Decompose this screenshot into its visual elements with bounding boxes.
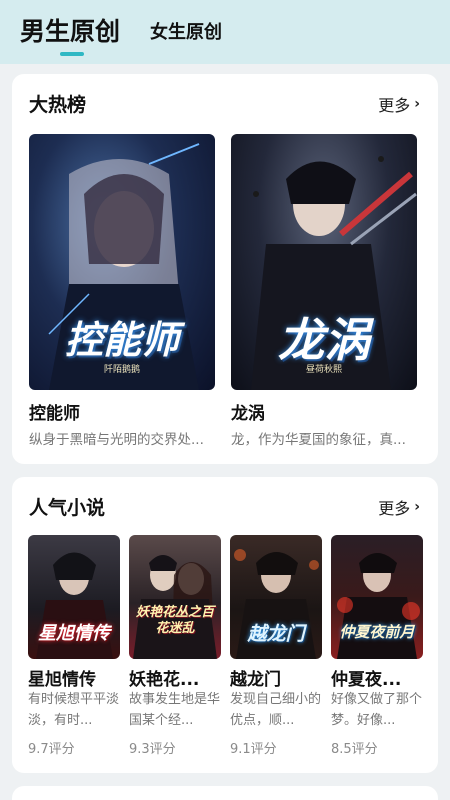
- cover-author: 昼荷秋熙: [305, 365, 342, 375]
- book-title[interactable]: 仲夏夜...: [331, 665, 423, 690]
- book-description: 好像又做了那个梦。好像...: [331, 692, 423, 728]
- book-description: 龙，作为华夏国的象征，真...: [231, 432, 406, 448]
- tab-male-original[interactable]: 男生原创: [20, 12, 120, 56]
- book-description: 发现自己细小的优点，顺...: [230, 692, 322, 728]
- book-title[interactable]: 妖艳花...: [129, 665, 221, 690]
- cover-title: 星旭情传: [38, 623, 110, 644]
- popular-more-link[interactable]: 更多 ›: [378, 495, 420, 519]
- more-label: 更多: [378, 499, 411, 518]
- popular-novels-section: 人气小说 更多 › 星旭情传 星旭情传 有时候想平平淡淡，有时... 9.7评分…: [12, 477, 438, 773]
- book-score: 8.5评分: [331, 742, 378, 757]
- category-tabs: 男生原创 女生原创: [20, 12, 222, 56]
- book-title[interactable]: 龙涡: [231, 399, 417, 424]
- book-cover[interactable]: 控能师 阡陌鹅鹅: [29, 134, 215, 390]
- cover-author: 阡陌鹅鹅: [103, 365, 140, 375]
- book-title[interactable]: 越龙门: [230, 665, 322, 690]
- book-description: 故事发生地是华国某个经...: [129, 692, 221, 728]
- next-section-card: [12, 786, 438, 800]
- section-title-hot: 大热榜: [29, 94, 87, 116]
- cover-title: 龙涡: [278, 313, 370, 367]
- chevron-right-icon: ›: [414, 96, 420, 112]
- book-cover[interactable]: 仲夏夜前月: [331, 535, 423, 659]
- cover-title: 控能师: [64, 318, 179, 362]
- more-label: 更多: [378, 96, 411, 115]
- book-title[interactable]: 控能师: [29, 399, 215, 424]
- book-score: 9.7评分: [28, 742, 75, 757]
- book-score: 9.1评分: [230, 742, 277, 757]
- book-cover[interactable]: 妖艳花丛之百花迷乱: [129, 535, 221, 659]
- tab-female-original[interactable]: 女生原创: [150, 18, 222, 56]
- cover-title: 越龙门: [247, 623, 305, 645]
- hot-list-section: 大热榜 更多 › 控能师 阡陌鹅鹅 控能师 纵身于黑暗与光明的交界处... 龙涡…: [12, 74, 438, 464]
- tab-male-original-label: 男生原创: [20, 17, 121, 46]
- section-title-popular: 人气小说: [29, 497, 106, 519]
- book-cover[interactable]: 星旭情传: [28, 535, 120, 659]
- book-cover[interactable]: 龙涡 昼荷秋熙: [231, 134, 417, 390]
- book-description: 纵身于黑暗与光明的交界处...: [29, 432, 204, 448]
- book-description: 有时候想平平淡淡，有时...: [28, 692, 120, 728]
- cover-title: 妖艳花丛之百花迷乱: [135, 605, 214, 636]
- book-cover[interactable]: 越龙门: [230, 535, 322, 659]
- active-tab-indicator: [60, 52, 84, 56]
- cover-title: 仲夏夜前月: [339, 623, 415, 641]
- cover-illustration: [133, 555, 217, 659]
- hot-more-link[interactable]: 更多 ›: [378, 92, 420, 116]
- book-title[interactable]: 星旭情传: [28, 665, 120, 690]
- chevron-right-icon: ›: [414, 499, 420, 515]
- book-score: 9.3评分: [129, 742, 176, 757]
